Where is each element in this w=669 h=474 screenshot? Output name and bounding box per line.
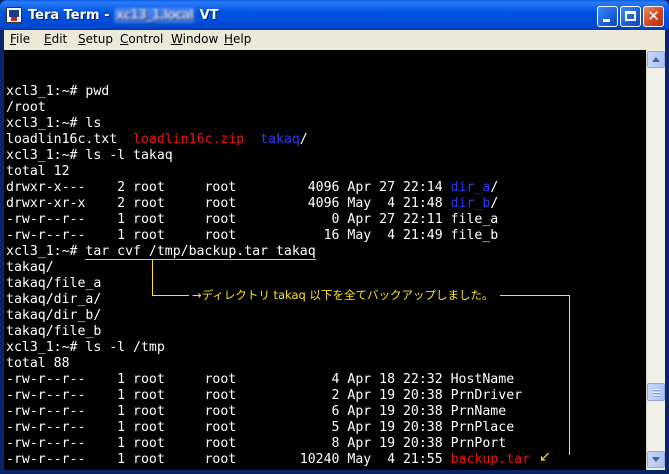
scroll-down-button[interactable] <box>647 451 665 468</box>
terminal-line: takaq/file_b <box>6 324 102 339</box>
terminal-line: takaq/dir_a/ <box>6 292 102 307</box>
terminal-line: xcl3_1:~# pwd <box>6 84 110 99</box>
maximize-button[interactable] <box>620 6 641 27</box>
teraterm-window: Tera Term - xc13_1.local VT ✕ File Edit … <box>0 0 669 474</box>
terminal-line: total 88 <box>6 356 70 371</box>
window-title: Tera Term - xc13_1.local VT <box>28 8 219 23</box>
teraterm-app-icon[interactable] <box>6 7 22 23</box>
terminal-line: -rw-r--r-- 1 root root 16 May 4 21:49 fi… <box>6 228 499 243</box>
terminal-line: xcl3_1:~# tar cvf /tmp/backup.tar takaq <box>6 244 316 260</box>
backup-tar-file: backup.tar <box>450 452 531 467</box>
annotation-connector <box>500 295 570 296</box>
menu-window[interactable]: Window <box>171 32 218 46</box>
terminal-screen[interactable]: xcl3_1:~# pwd /root xcl3_1:~# ls loadlin… <box>4 50 646 470</box>
terminal-line: -rw-r--r-- 1 root root 0 Apr 27 22:11 fi… <box>6 212 499 227</box>
menu-file[interactable]: File <box>10 32 30 46</box>
terminal-line: -rw-r--r-- 1 root root 8 Apr 19 20:38 Pr… <box>6 436 507 451</box>
scroll-up-button[interactable] <box>647 51 665 68</box>
terminal-line: -rw-r--r-- 1 root root 5 Apr 19 20:38 Pr… <box>6 420 515 435</box>
menu-bar: File Edit Setup Control Window Help <box>4 30 665 50</box>
annotation-connector <box>152 295 189 296</box>
title-bar[interactable]: Tera Term - xc13_1.local VT ✕ <box>0 0 669 30</box>
terminal-line: xcl3_1:~# ls <box>6 116 102 131</box>
annotation-connector <box>152 260 153 295</box>
minimize-button[interactable] <box>597 6 618 27</box>
terminal-line: -rw-r--r-- 1 root root 2 Apr 19 20:38 Pr… <box>6 388 523 403</box>
terminal-line: -rw-r--r-- 1 root root 10240 May 4 21:55… <box>6 452 531 467</box>
ls-zip-file: loadlin16c.zip <box>133 132 261 147</box>
terminal-line: loadlin16c.txt loadlin16c.zip takaq/ <box>6 132 308 147</box>
annotation-connector <box>569 295 570 455</box>
menu-control[interactable]: Control <box>120 32 163 46</box>
terminal-line: -rw-r--r-- 1 root root 4 Apr 18 22:32 Ho… <box>6 372 515 387</box>
tar-command: tar cvf /tmp/backup.tar takaq <box>85 244 316 260</box>
terminal-line: takaq/ <box>6 260 54 275</box>
terminal-line: drwxr-xr-x 2 root root 4096 May 4 21:48 … <box>6 196 499 211</box>
close-button[interactable]: ✕ <box>643 6 664 27</box>
terminal-line: takaq/file_a <box>6 276 102 291</box>
menu-edit[interactable]: Edit <box>44 32 67 46</box>
dir-b-entry: dir_b <box>450 196 491 211</box>
terminal-line: takaq/dir_b/ <box>6 308 102 323</box>
terminal-line: /root <box>6 100 46 115</box>
menu-help[interactable]: Help <box>224 32 251 46</box>
dir-a-entry: dir_a <box>450 180 491 195</box>
close-icon: ✕ <box>647 7 660 25</box>
ls-dir-takaq: takaq <box>260 132 300 147</box>
terminal-line: xcl3_1:~# ls -l /tmp <box>6 340 165 355</box>
title-host-redacted: xc13_1.local <box>114 8 196 23</box>
menu-setup[interactable]: Setup <box>78 32 113 46</box>
terminal-line: total 12 <box>6 164 70 179</box>
terminal-line: drwxr-x--- 2 root root 4096 Apr 27 22:14… <box>6 180 499 195</box>
minimize-icon <box>603 19 610 22</box>
scrollbar-thumb[interactable] <box>647 383 665 401</box>
vertical-scrollbar[interactable] <box>646 50 665 470</box>
maximize-icon <box>625 11 636 21</box>
arrow-up-icon <box>652 57 660 62</box>
terminal-line: xcl3_1:~# ls -l takaq <box>6 148 173 163</box>
arrow-down-icon <box>652 457 660 462</box>
annotation-text: →ディレクトリ takaq 以下を全てバックアップしました。 <box>192 288 494 302</box>
terminal-line: -rw-r--r-- 1 root root 6 Apr 19 20:38 Pr… <box>6 404 507 419</box>
annotation-arrow-icon: ↙ <box>539 449 551 465</box>
